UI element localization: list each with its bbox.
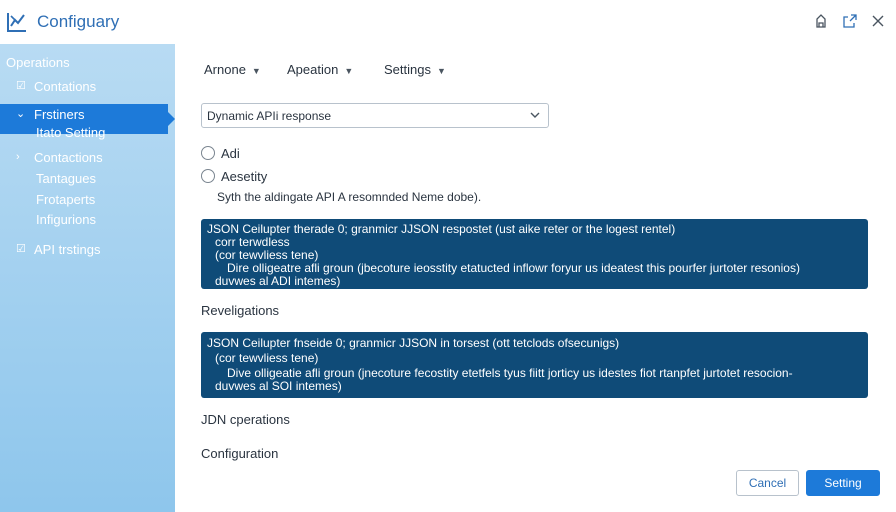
- select-value: Dynamic APIi response: [207, 109, 332, 123]
- radio-label: Aesetity: [221, 169, 268, 184]
- hint-text: Syth the aldingate API A resomnded Nemе …: [217, 190, 482, 204]
- sidebar-subitem[interactable]: Tantagues: [36, 171, 96, 186]
- sidebar-item-label: Contations: [34, 79, 97, 94]
- title-bar: Configuary: [0, 0, 896, 44]
- setting-button[interactable]: Setting: [806, 470, 880, 496]
- code-line: corr terwdless: [215, 236, 290, 249]
- section-configuration: Configuration: [201, 446, 279, 461]
- menu-label: Settings: [384, 62, 431, 77]
- code-line: JSON Ceilupter therade 0; granmicr JJSON…: [207, 223, 676, 236]
- code-line: JSON Ceilupter fnseide 0; granmicr JJSON…: [207, 337, 620, 350]
- json-code-block-1[interactable]: JSON Ceilupter therade 0; granmicr JJSON…: [201, 219, 868, 289]
- menu-apeation[interactable]: Apeation ▼: [287, 62, 353, 77]
- sidebar-item-label: Contactions: [34, 150, 103, 165]
- radio-circle[interactable]: [201, 146, 215, 160]
- chevron-right-icon: ›: [16, 151, 20, 163]
- caret-down-icon: ▼: [251, 66, 261, 76]
- json-code-block-2[interactable]: JSON Ceilupter fnseide 0; granmicr JJSON…: [201, 332, 868, 398]
- code-line: Dive olligeatie afli groun (jnecoture fe…: [227, 367, 793, 380]
- checkbox-icon: ☑: [16, 80, 26, 92]
- sidebar-heading: Operations: [6, 55, 70, 70]
- code-line: (cor tewvliess tene): [215, 352, 319, 365]
- caret-down-icon: ▼: [436, 66, 446, 76]
- code-line: duvwes al ADI intemes): [215, 275, 341, 288]
- code-line: (cor tewvliess tene): [215, 249, 319, 262]
- sidebar-subitem[interactable]: Frotaperts: [36, 192, 95, 207]
- sidebar-subitem[interactable]: Infigurions: [36, 212, 96, 227]
- sidebar: Operations ☑ Contations ⌄ Frstiners Itat…: [0, 44, 175, 512]
- caret-down-icon: ▼: [344, 66, 354, 76]
- code-line: Dire olligeatre afli groun (jbecoture ie…: [227, 262, 800, 275]
- radio-circle[interactable]: [201, 169, 215, 183]
- chevron-down-icon: ⌄: [16, 108, 26, 120]
- close-icon[interactable]: [870, 13, 886, 29]
- section-reveligations: Reveligations: [201, 303, 280, 318]
- radio-label: Adi: [221, 146, 240, 161]
- checkbox-icon: ☑: [16, 243, 26, 255]
- chart-logo-icon: [7, 13, 26, 32]
- menu-arnone[interactable]: Arnone ▼: [204, 62, 261, 77]
- response-select[interactable]: Dynamic APIi response: [201, 103, 549, 128]
- menu-settings[interactable]: Settings ▼: [384, 62, 446, 77]
- sidebar-item-label: API trstings: [34, 242, 101, 257]
- code-line: duvwes al SOI intemes): [215, 380, 342, 393]
- app-title: Configuary: [37, 12, 120, 31]
- cancel-button[interactable]: Cancel: [736, 470, 799, 496]
- menu-label: Arnone: [204, 62, 246, 77]
- sidebar-item-label: Frstiners: [34, 107, 85, 122]
- pin-icon[interactable]: [813, 13, 829, 29]
- chevron-down-icon: [530, 112, 540, 118]
- menu-label: Apeation: [287, 62, 339, 77]
- popout-icon[interactable]: [842, 13, 858, 29]
- section-jdn-operations: JDN cperations: [201, 412, 290, 427]
- sidebar-subitem-active[interactable]: Itato Setting: [36, 125, 105, 140]
